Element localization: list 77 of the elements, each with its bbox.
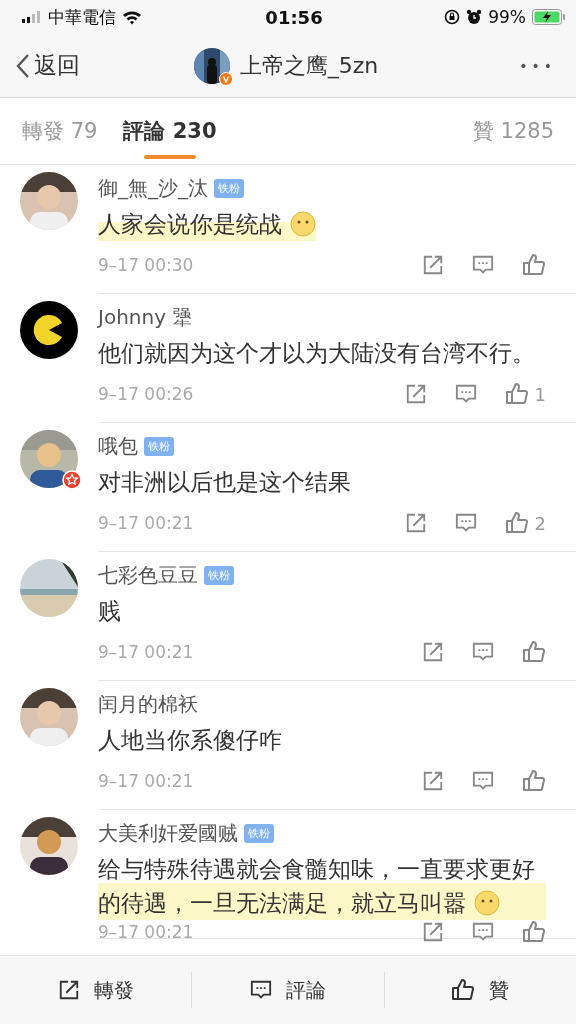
thumbs-up-icon (504, 511, 529, 535)
share-button[interactable] (404, 383, 427, 405)
share-button[interactable] (422, 641, 444, 663)
share-icon (422, 254, 444, 276)
clock-time: 01:56 (265, 6, 323, 28)
comment-time: 9–17 00:26 (98, 384, 195, 404)
reply-button[interactable] (472, 921, 494, 943)
thumbs-up-icon (522, 769, 546, 793)
user-name[interactable]: 闰月的棉袄 (98, 690, 198, 718)
comment-icon (250, 979, 272, 1001)
like-button[interactable] (522, 253, 546, 277)
comment-text: 他们就因为这个才以为大陆没有台湾不行。 (98, 339, 535, 368)
thumbs-up-icon (451, 978, 476, 1002)
comment-time: 9–17 00:21 (98, 513, 195, 533)
more-button[interactable]: ••• (426, 57, 556, 74)
share-button[interactable] (422, 254, 444, 276)
share-icon (422, 921, 444, 943)
comment-time: 9–17 00:21 (98, 922, 195, 942)
comment-icon (472, 641, 494, 663)
thumbs-up-icon (522, 640, 546, 664)
emoji-icon (474, 890, 500, 916)
reply-button[interactable] (472, 641, 494, 663)
comment-icon (472, 921, 494, 943)
carrier-name: 中華電信 (48, 5, 116, 29)
thumbs-up-icon (522, 253, 546, 277)
battery-charging-icon (532, 9, 566, 25)
share-button[interactable] (422, 921, 444, 943)
back-button[interactable]: 返回 (16, 50, 146, 81)
user-name[interactable]: 大美利奸爱國贼 (98, 819, 238, 847)
signal-icon (22, 11, 42, 23)
like-button[interactable] (522, 920, 546, 944)
thumbs-up-icon (522, 920, 546, 944)
comment-button[interactable]: 評論 (191, 972, 384, 1008)
reply-button[interactable] (472, 254, 494, 276)
share-button[interactable] (404, 512, 427, 534)
alarm-icon (466, 9, 483, 25)
user-name[interactable]: 御_無_沙_汰 (98, 174, 208, 202)
like-button[interactable] (522, 769, 546, 793)
comment-icon (454, 512, 477, 534)
repost-button[interactable]: 轉發 (0, 972, 192, 1008)
share-button[interactable] (422, 770, 444, 792)
back-chevron-icon (16, 52, 30, 79)
comment-icon (472, 770, 494, 792)
thumbs-up-icon (504, 382, 529, 406)
share-icon (422, 770, 444, 792)
reply-button[interactable] (454, 383, 477, 405)
battery-percent: 99% (488, 7, 526, 27)
page-title: 上帝之鹰_5zn (239, 51, 379, 81)
share-icon (404, 383, 427, 405)
emoji-icon (290, 211, 316, 237)
comment-icon (472, 254, 494, 276)
fan-badge: 铁粉 (144, 436, 174, 456)
share-icon (404, 512, 427, 534)
fan-badge: 铁粉 (204, 565, 234, 585)
like-button[interactable]: 贊 (383, 972, 576, 1008)
share-icon (422, 641, 444, 663)
verified-badge-icon (218, 71, 233, 86)
user-name[interactable]: 七彩色豆豆 (98, 561, 198, 589)
like-button[interactable] (522, 640, 546, 664)
tab[interactable]: 評論 230 (123, 97, 217, 165)
share-icon (57, 979, 80, 1001)
fan-badge: 铁粉 (244, 823, 274, 843)
comment-text: 对非洲以后也是这个结果 (98, 468, 351, 497)
star-badge-icon (62, 470, 82, 490)
comment-time: 9–17 00:21 (98, 642, 195, 662)
wifi-icon (122, 9, 142, 25)
comment-text: 贱 (98, 597, 121, 626)
reply-button[interactable] (454, 512, 477, 534)
comment-icon (454, 383, 477, 405)
rotation-lock-icon (444, 9, 461, 25)
fan-badge: 铁粉 (214, 178, 244, 198)
comment-text: 人地当你系傻仔咋 (98, 726, 282, 755)
user-name[interactable]: 哦包 (98, 432, 138, 460)
user-name[interactable]: Johnny 犟 (98, 303, 193, 331)
comment-time: 9–17 00:30 (98, 255, 195, 275)
comment-time: 9–17 00:21 (98, 771, 195, 791)
reply-button[interactable] (472, 770, 494, 792)
